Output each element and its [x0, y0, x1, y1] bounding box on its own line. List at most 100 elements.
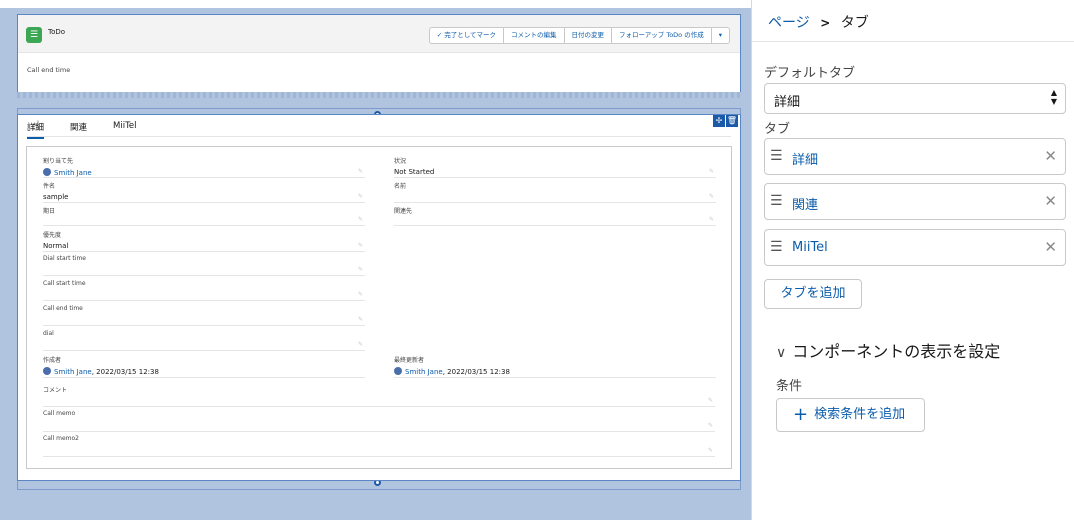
remove-icon[interactable]: ✕ — [1044, 238, 1057, 256]
drag-handle-icon[interactable]: ☰ — [770, 148, 783, 164]
action-button-group: ✓ 完了としてマーク コメントの編集 日付の変更 フォローアップ ToDo の作… — [428, 27, 730, 44]
field-label: Call memo2 — [43, 435, 79, 442]
edit-pencil-icon[interactable]: ✎ — [358, 168, 363, 175]
delete-icon[interactable]: 🗑 — [726, 115, 738, 127]
change-date-button[interactable]: 日付の変更 — [565, 28, 613, 43]
edit-pencil-icon[interactable]: ✎ — [708, 422, 713, 429]
field-value: Not Started — [394, 168, 435, 176]
field-value[interactable]: Smith Jane — [43, 168, 365, 177]
visibility-section-toggle[interactable]: ∨ コンポーネントの表示を設定 — [776, 338, 1000, 362]
field-label: コメント — [43, 387, 68, 394]
edit-pencil-icon[interactable]: ✎ — [709, 168, 714, 175]
remove-icon[interactable]: ✕ — [1044, 147, 1057, 165]
card-divider — [17, 92, 741, 98]
add-filter-button[interactable]: + 検索条件を追加 — [776, 398, 925, 432]
field-label: 名前 — [394, 183, 407, 190]
tabs-component[interactable]: ✢ 🗑 詳細 関連 MiiTel ☝ 割り当て先 Smith Jane ✎ 状況… — [17, 114, 741, 481]
breadcrumb-current: タブ — [840, 15, 869, 31]
field-call-end-time[interactable]: Call end time ✎ — [43, 305, 365, 326]
canvas-top-strip — [0, 0, 751, 8]
tab-item-related[interactable]: ☰ 関連 ✕ — [764, 183, 1066, 220]
field-priority[interactable]: 優先度 Normal ✎ — [43, 230, 365, 252]
edit-pencil-icon[interactable]: ✎ — [358, 216, 363, 223]
tab-item-details[interactable]: ☰ 詳細 ✕ — [764, 138, 1066, 175]
tab-item-miitel[interactable]: ☰ MiiTel ✕ — [764, 229, 1066, 266]
hand-cursor-icon: ☝ — [32, 119, 40, 134]
date-text: , 2022/03/15 12:38 — [91, 368, 159, 376]
field-comment[interactable]: コメント ✎ — [43, 385, 715, 407]
field-due-date[interactable]: 期日 ✎ — [43, 206, 365, 226]
user-link[interactable]: Smith Jane — [54, 169, 92, 177]
move-icon[interactable]: ✢ — [713, 115, 725, 127]
field-label: 期日 — [43, 208, 56, 215]
field-name[interactable]: 名前 ✎ — [394, 181, 716, 203]
more-actions-button[interactable]: ▾ — [712, 28, 729, 43]
edit-comment-button[interactable]: コメントの編集 — [504, 28, 565, 43]
edit-pencil-icon[interactable]: ✎ — [709, 216, 714, 223]
field-created-by[interactable]: 作成者 Smith Jane, 2022/03/15 12:38 — [43, 355, 365, 378]
record-detail: 割り当て先 Smith Jane ✎ 状況 Not Started ✎ 件名 s… — [26, 146, 732, 469]
section-title: コンポーネントの表示を設定 — [792, 342, 1001, 361]
default-tab-label: デフォルトタブ — [764, 66, 856, 81]
user-link[interactable]: Smith Jane — [405, 368, 443, 376]
edit-pencil-icon[interactable]: ✎ — [358, 193, 363, 200]
field-last-modified-by[interactable]: 最終更新者 Smith Jane, 2022/03/15 12:38 — [394, 355, 716, 378]
field-label: Call start time — [43, 280, 86, 287]
field-label: 最終更新者 — [394, 357, 425, 364]
tab-divider — [27, 136, 731, 137]
component-tools: ✢ 🗑 — [713, 115, 738, 127]
avatar-icon — [43, 168, 51, 176]
field-call-memo2[interactable]: Call memo2 ✎ — [43, 435, 715, 457]
field-label: 件名 — [43, 183, 56, 190]
field-call-memo[interactable]: Call memo ✎ — [43, 410, 715, 432]
create-followup-button[interactable]: フォローアップ ToDo の作成 — [612, 28, 712, 43]
chevron-down-icon: ∨ — [776, 345, 787, 361]
breadcrumb: ページ > タブ — [768, 12, 869, 32]
properties-panel: ページ > タブ デフォルトタブ 詳細 ▲ ▼ タブ ☰ 詳細 ✕ ☰ 関連 ✕ … — [751, 0, 1074, 520]
field-status[interactable]: 状況 Not Started ✎ — [394, 156, 716, 178]
field-call-start-time[interactable]: Call start time ✎ — [43, 280, 365, 301]
drag-handle-icon[interactable]: ☰ — [770, 239, 783, 255]
field-related-to[interactable]: 関連先 ✎ — [394, 206, 716, 226]
field-label: 状況 — [394, 158, 407, 165]
field-label: Dial start time — [43, 255, 86, 262]
edit-pencil-icon[interactable]: ✎ — [358, 341, 363, 348]
tab-item-label[interactable]: 詳細 — [792, 149, 818, 168]
record-header-card[interactable]: ☰ ToDo ✓ 完了としてマーク コメントの編集 日付の変更 フォローアップ … — [17, 14, 741, 96]
field-label: 割り当て先 — [43, 158, 74, 165]
edit-pencil-icon[interactable]: ✎ — [708, 397, 713, 404]
mark-complete-button[interactable]: ✓ 完了としてマーク — [430, 28, 505, 43]
breadcrumb-page-link[interactable]: ページ — [768, 15, 810, 31]
record-header: ☰ ToDo ✓ 完了としてマーク コメントの編集 日付の変更 フォローアップ … — [18, 15, 740, 53]
user-link[interactable]: Smith Jane — [54, 368, 92, 376]
tab-item-label[interactable]: 関連 — [792, 194, 818, 213]
edit-pencil-icon[interactable]: ✎ — [708, 447, 713, 454]
field-subject[interactable]: 件名 sample ✎ — [43, 181, 365, 203]
edit-pencil-icon[interactable]: ✎ — [358, 291, 363, 298]
breadcrumb-separator: > — [820, 16, 831, 30]
edit-pencil-icon[interactable]: ✎ — [358, 266, 363, 273]
edit-pencil-icon[interactable]: ✎ — [358, 316, 363, 323]
edit-pencil-icon[interactable]: ✎ — [358, 242, 363, 249]
field-label: 優先度 — [43, 232, 62, 239]
edit-pencil-icon[interactable]: ✎ — [709, 193, 714, 200]
drag-handle-icon[interactable]: ☰ — [770, 193, 783, 209]
condition-label: 条件 — [776, 379, 803, 394]
field-label: 作成者 — [43, 357, 62, 364]
field-dial[interactable]: dial ✎ — [43, 330, 365, 351]
field-label: Call memo — [43, 410, 76, 417]
plus-icon: + — [793, 404, 809, 425]
add-filter-label: 検索条件を追加 — [814, 407, 906, 422]
tab-item-label[interactable]: MiiTel — [792, 240, 828, 255]
field-value: Smith Jane, 2022/03/15 12:38 — [43, 367, 365, 376]
add-tab-button[interactable]: タブを追加 — [764, 279, 862, 309]
field-assignee[interactable]: 割り当て先 Smith Jane ✎ — [43, 156, 365, 178]
avatar-icon — [394, 367, 402, 375]
avatar-icon — [43, 367, 51, 375]
field-value: Smith Jane, 2022/03/15 12:38 — [394, 367, 716, 376]
default-tab-select[interactable]: 詳細 ▲ ▼ — [764, 83, 1066, 114]
remove-icon[interactable]: ✕ — [1044, 192, 1057, 210]
todo-icon: ☰ — [26, 27, 42, 43]
field-value: sample — [43, 193, 69, 201]
field-dial-start-time[interactable]: Dial start time ✎ — [43, 255, 365, 276]
